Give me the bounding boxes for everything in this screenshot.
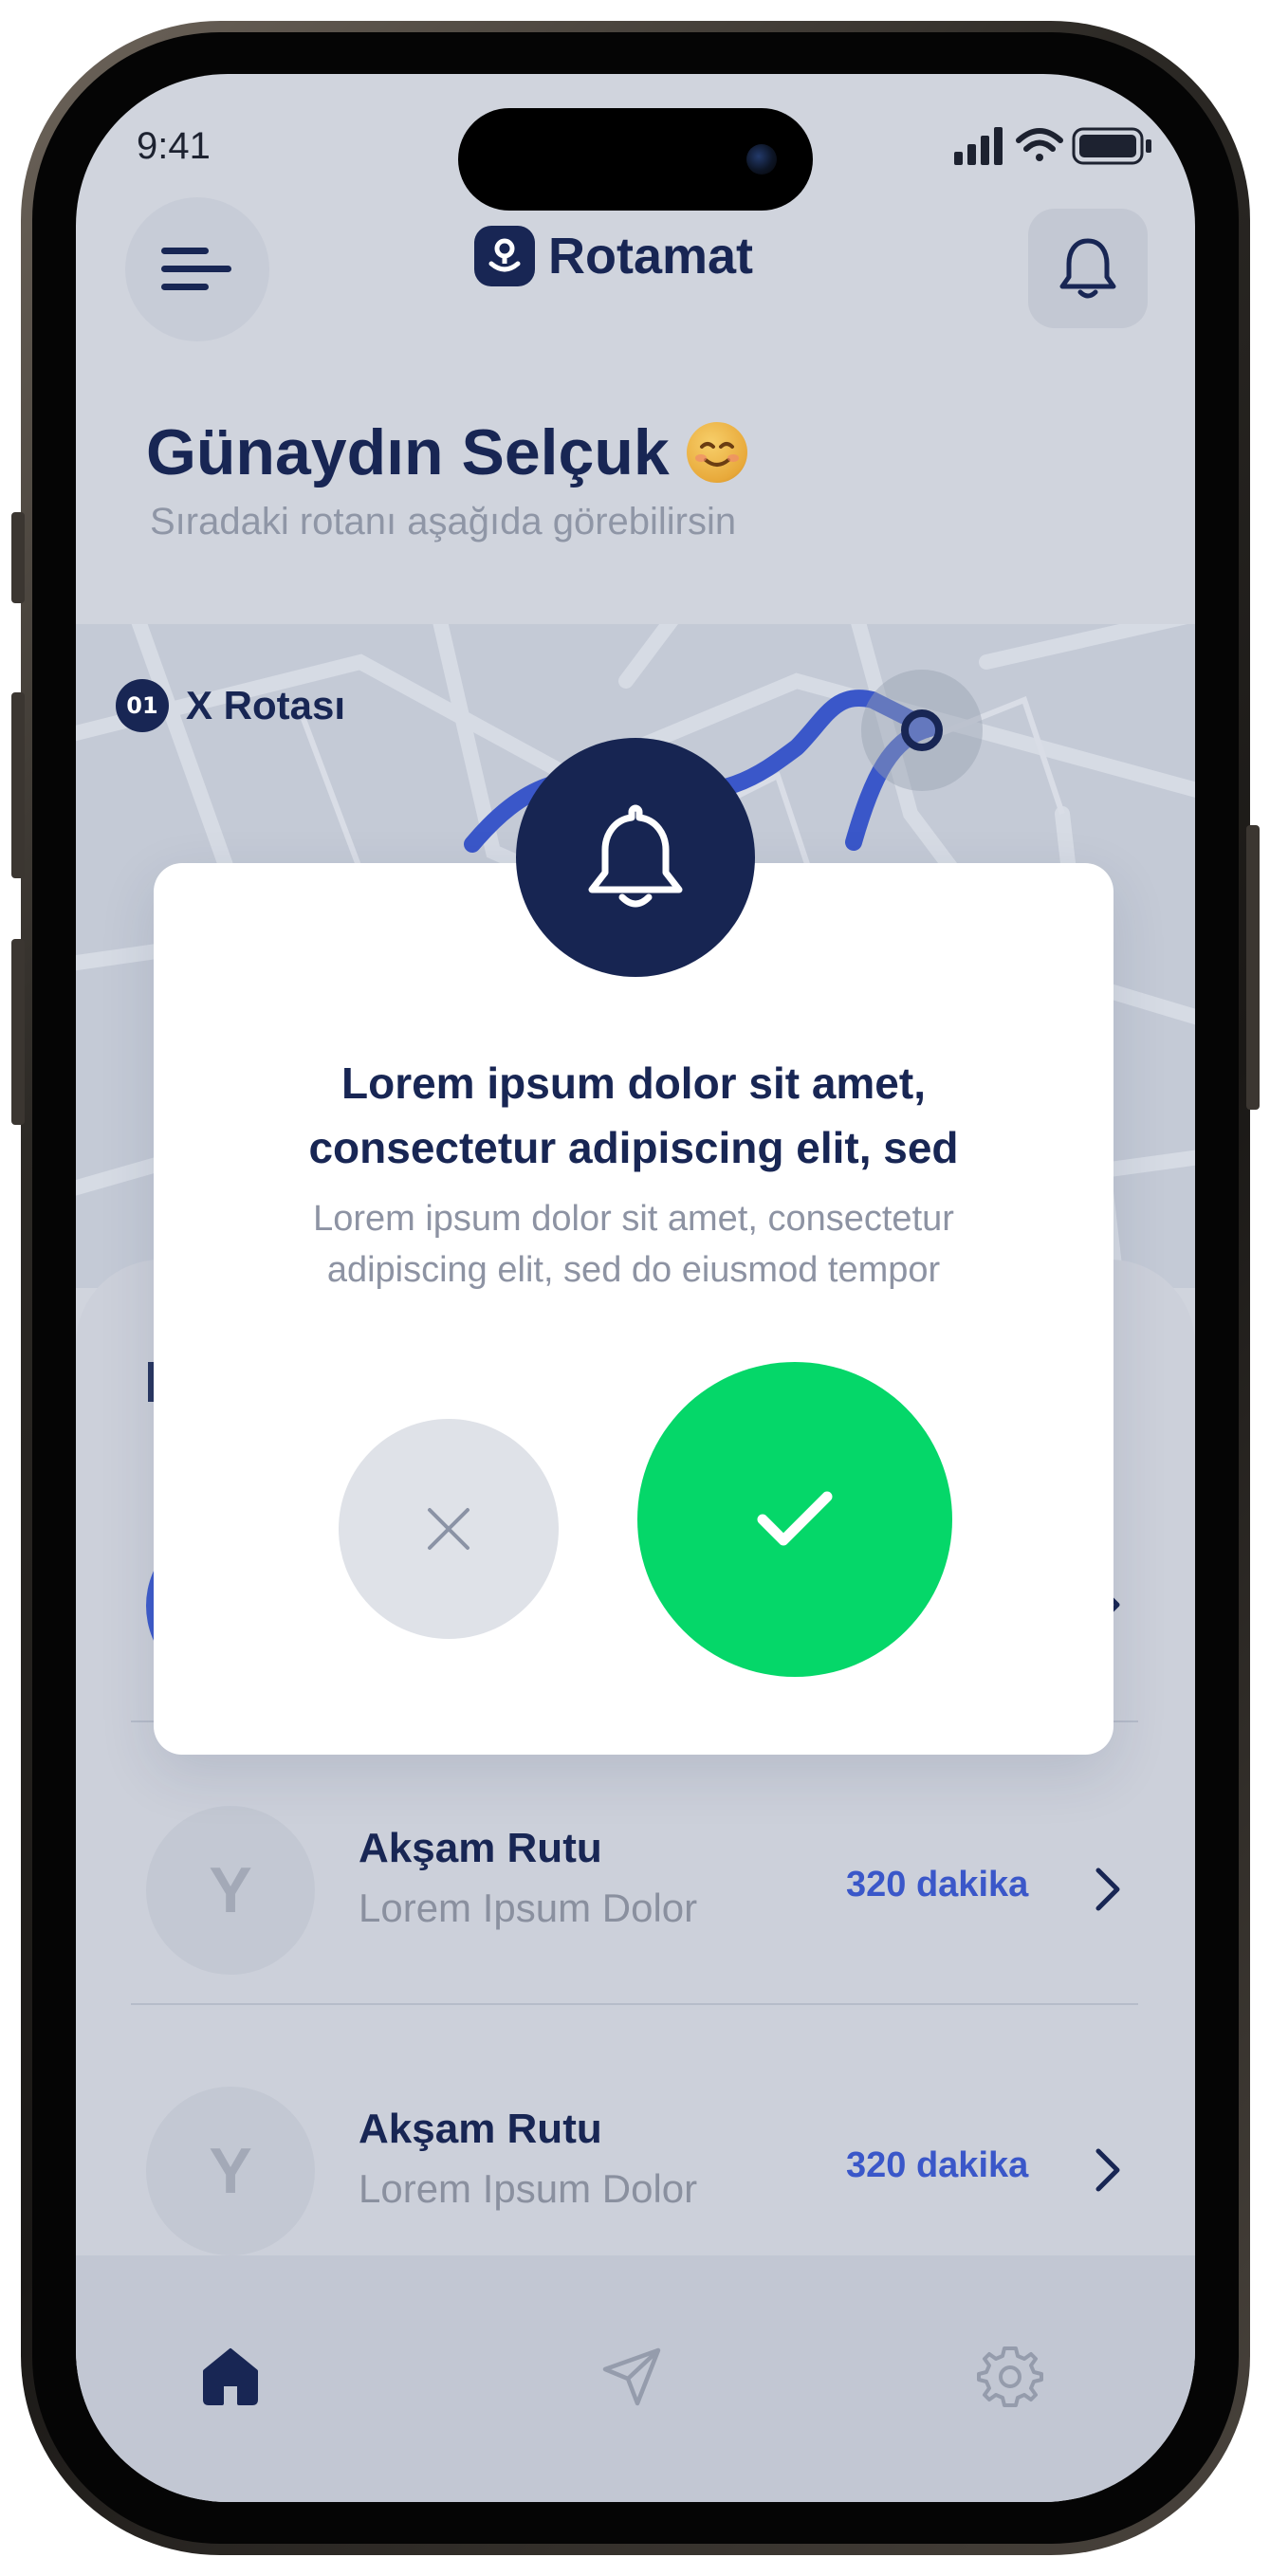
route-number: 01 [116,679,169,732]
greeting-subtitle: Sıradaki rotanı aşağıda görebilirsin [150,501,737,543]
modal-message-line: Lorem ipsum dolor sit amet, consectetur [313,1199,954,1239]
confirm-button[interactable] [637,1362,952,1677]
confirmation-modal [154,863,1114,1755]
gear-icon[interactable] [977,2343,1043,2409]
power-button [1246,825,1260,1110]
route-label[interactable]: 01 X Rotası [116,679,345,732]
menu-button[interactable] [125,197,269,341]
notifications-button[interactable] [1028,209,1148,328]
signal-icon [954,127,1003,165]
modal-title-line: consectetur adipiscing elit, sed [308,1123,959,1172]
dynamic-island [458,108,813,211]
status-icons [954,127,1151,165]
action-button [11,512,25,603]
modal-badge [516,738,755,977]
app-logo: Rotamat [474,226,753,286]
home-icon[interactable] [199,2345,262,2407]
battery-icon [1072,127,1151,165]
modal-message: Lorem ipsum dolor sit amet, consectetur … [154,1193,1114,1296]
send-icon[interactable] [599,2345,664,2409]
app-name: Rotamat [548,228,754,285]
route-name: X Rotası [186,683,346,727]
route-title: Akşam Rutu [359,2106,602,2152]
modal-message-line: adipiscing elit, sed do eiusmod tempor [326,1250,941,1290]
modal-title-line: Lorem ipsum dolor sit amet, [341,1058,926,1108]
route-duration: 320 dakika [846,1865,1029,1904]
bell-icon [1059,238,1116,299]
route-title: Akşam Rutu [359,1825,602,1871]
camera-icon [746,144,777,175]
smiling-face-icon [686,422,747,483]
check-icon [757,1491,833,1546]
wifi-icon [1016,128,1063,161]
app-screen: 9:41 Rotamat Günaydın Selçuk Sıradaki ro… [76,74,1195,2502]
cancel-button[interactable] [339,1419,559,1639]
volume-down-button [11,939,25,1125]
route-avatar: Y [146,1806,315,1975]
bell-icon [588,804,683,908]
greeting: Günaydın Selçuk [146,415,747,489]
chevron-right-icon[interactable] [1089,2144,1127,2197]
route-avatar: Y [146,2087,315,2255]
logo-mark-icon [474,226,535,286]
close-icon [428,1508,469,1550]
menu-icon [161,248,231,290]
route-subtitle: Lorem Ipsum Dolor [359,2166,698,2211]
volume-up-button [11,692,25,878]
modal-title: Lorem ipsum dolor sit amet, consectetur … [154,1051,1114,1180]
tab-bar [76,2255,1195,2502]
greeting-title: Günaydın Selçuk [146,416,670,488]
route-duration: 320 dakika [846,2145,1029,2185]
route-subtitle: Lorem Ipsum Dolor [359,1886,698,1930]
status-time: 9:41 [137,125,211,167]
chevron-right-icon[interactable] [1089,1863,1127,1916]
row-divider [131,2003,1138,2005]
